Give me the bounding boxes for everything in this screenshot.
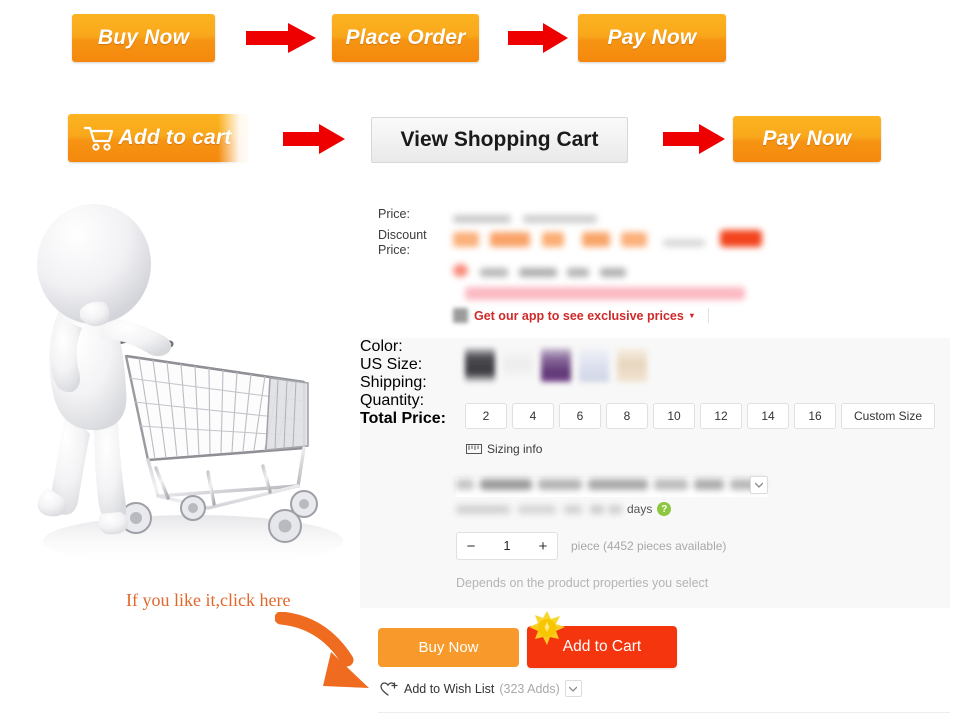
- arrow-right-icon-4: [663, 124, 725, 154]
- arrow-right-icon-3: [283, 124, 345, 154]
- color-swatch-lavender[interactable]: [579, 348, 609, 382]
- app-exclusive-prices-link[interactable]: Get our app to see exclusive prices ▾: [453, 308, 709, 323]
- pay-now-banner-label-2: Pay Now: [762, 127, 852, 150]
- view-shopping-cart-label: View Shopping Cart: [400, 128, 599, 151]
- size-option-10[interactable]: 10: [653, 403, 695, 429]
- buy-now-banner-label: Buy Now: [97, 26, 190, 49]
- coupon-line-redacted: [453, 264, 626, 282]
- price-value-redacted: [453, 210, 598, 228]
- us-size-label: US Size:: [360, 356, 423, 373]
- size-option-6[interactable]: 6: [559, 403, 601, 429]
- us-size-options: 2 4 6 8 10 12 14 16 Custom Size: [465, 403, 940, 429]
- size-option-2[interactable]: 2: [465, 403, 507, 429]
- place-order-banner-label: Place Order: [345, 26, 466, 49]
- color-swatch-list: [465, 348, 655, 382]
- size-option-14[interactable]: 14: [747, 403, 789, 429]
- divider: [707, 308, 709, 323]
- shipping-estimate: days ?: [456, 502, 672, 516]
- click-here-hint: If you like it,click here: [126, 590, 291, 610]
- size-option-8[interactable]: 8: [606, 403, 648, 429]
- price-label: Price:: [378, 207, 410, 221]
- shipping-select[interactable]: chevron-down-icon: [456, 476, 768, 497]
- buy-now-button-label: Buy Now: [418, 639, 479, 656]
- shopper-illustration: [37, 204, 343, 567]
- app-badge-icon: [453, 308, 468, 323]
- chevron-down-icon-wishlist[interactable]: [564, 680, 582, 697]
- sizing-info-link[interactable]: Sizing info: [466, 442, 542, 456]
- pay-now-banner-button-2[interactable]: Pay Now: [733, 116, 881, 162]
- size-option-12[interactable]: 12: [700, 403, 742, 429]
- wish-list-count: (323 Adds): [499, 681, 560, 696]
- arrow-right-icon-2: [508, 23, 568, 53]
- curved-arrow-down-right-icon: [275, 612, 369, 688]
- quantity-availability-note: piece (4452 pieces available): [571, 539, 727, 553]
- color-swatch-white[interactable]: [503, 348, 533, 382]
- sizing-info-label: Sizing info: [487, 442, 543, 456]
- total-price-value: Depends on the product properties you se…: [456, 576, 708, 590]
- color-label: Color:: [360, 338, 403, 355]
- add-to-cart-banner-label: Add to cart: [118, 126, 232, 149]
- color-swatch-beige[interactable]: [617, 348, 647, 382]
- discount-price-label: Discount Price:: [378, 228, 440, 258]
- add-to-wish-list[interactable]: Add to Wish List (323 Adds): [380, 680, 582, 697]
- ruler-icon: [466, 444, 482, 454]
- product-options-panel: Color: US Size: 2 4 6 8 10 12 14 16 Cust…: [360, 338, 950, 608]
- app-exclusive-prices-label: Get our app to see exclusive prices: [474, 308, 684, 323]
- gold-coin-icon: [529, 611, 565, 645]
- chevron-down-icon[interactable]: chevron-down-icon: [750, 476, 768, 494]
- size-option-4[interactable]: 4: [512, 403, 554, 429]
- add-to-cart-button-label: Add to Cart: [562, 638, 642, 655]
- discount-price-label-text: Discount Price:: [378, 228, 427, 257]
- bottom-divider: [378, 712, 950, 713]
- quantity-input[interactable]: [485, 539, 529, 553]
- shipping-value-redacted[interactable]: chevron-down-icon: [456, 476, 768, 497]
- quantity-increment-button[interactable]: +: [529, 533, 557, 559]
- shopping-cart-icon: [84, 125, 114, 151]
- custom-size-button[interactable]: Custom Size: [841, 403, 936, 429]
- pay-now-banner-label: Pay Now: [607, 26, 697, 49]
- shipping-label: Shipping:: [360, 374, 427, 391]
- total-price-note: Depends on the product properties you se…: [456, 576, 709, 590]
- add-to-cart-banner-button[interactable]: Add to cart: [68, 114, 248, 162]
- pay-now-banner-button[interactable]: Pay Now: [578, 14, 726, 62]
- color-swatch-black[interactable]: [465, 348, 495, 382]
- place-order-banner-button[interactable]: Place Order: [332, 14, 479, 62]
- quantity-stepper[interactable]: − + piece (4452 pieces available): [456, 532, 726, 560]
- quantity-decrement-button[interactable]: −: [457, 533, 485, 559]
- shipping-days-label: days: [627, 502, 653, 516]
- wish-list-label: Add to Wish List: [404, 681, 495, 696]
- buy-now-banner-button[interactable]: Buy Now: [72, 14, 215, 62]
- price-section: Price: Discount Price: Get our app to se…: [360, 198, 950, 336]
- chevron-down-icon: ▾: [689, 311, 694, 320]
- size-option-16[interactable]: 16: [794, 403, 836, 429]
- arrow-right-icon: [246, 23, 316, 53]
- buy-now-button[interactable]: Buy Now: [378, 628, 519, 667]
- promo-bar-redacted: [465, 287, 745, 300]
- view-shopping-cart-banner-button[interactable]: View Shopping Cart: [371, 117, 628, 163]
- page-root: Buy Now Place Order Pay Now Add to cart …: [0, 0, 960, 719]
- discount-price-value-redacted: [453, 230, 762, 252]
- question-mark-icon[interactable]: ?: [657, 502, 672, 516]
- color-swatch-purple[interactable]: [541, 348, 571, 382]
